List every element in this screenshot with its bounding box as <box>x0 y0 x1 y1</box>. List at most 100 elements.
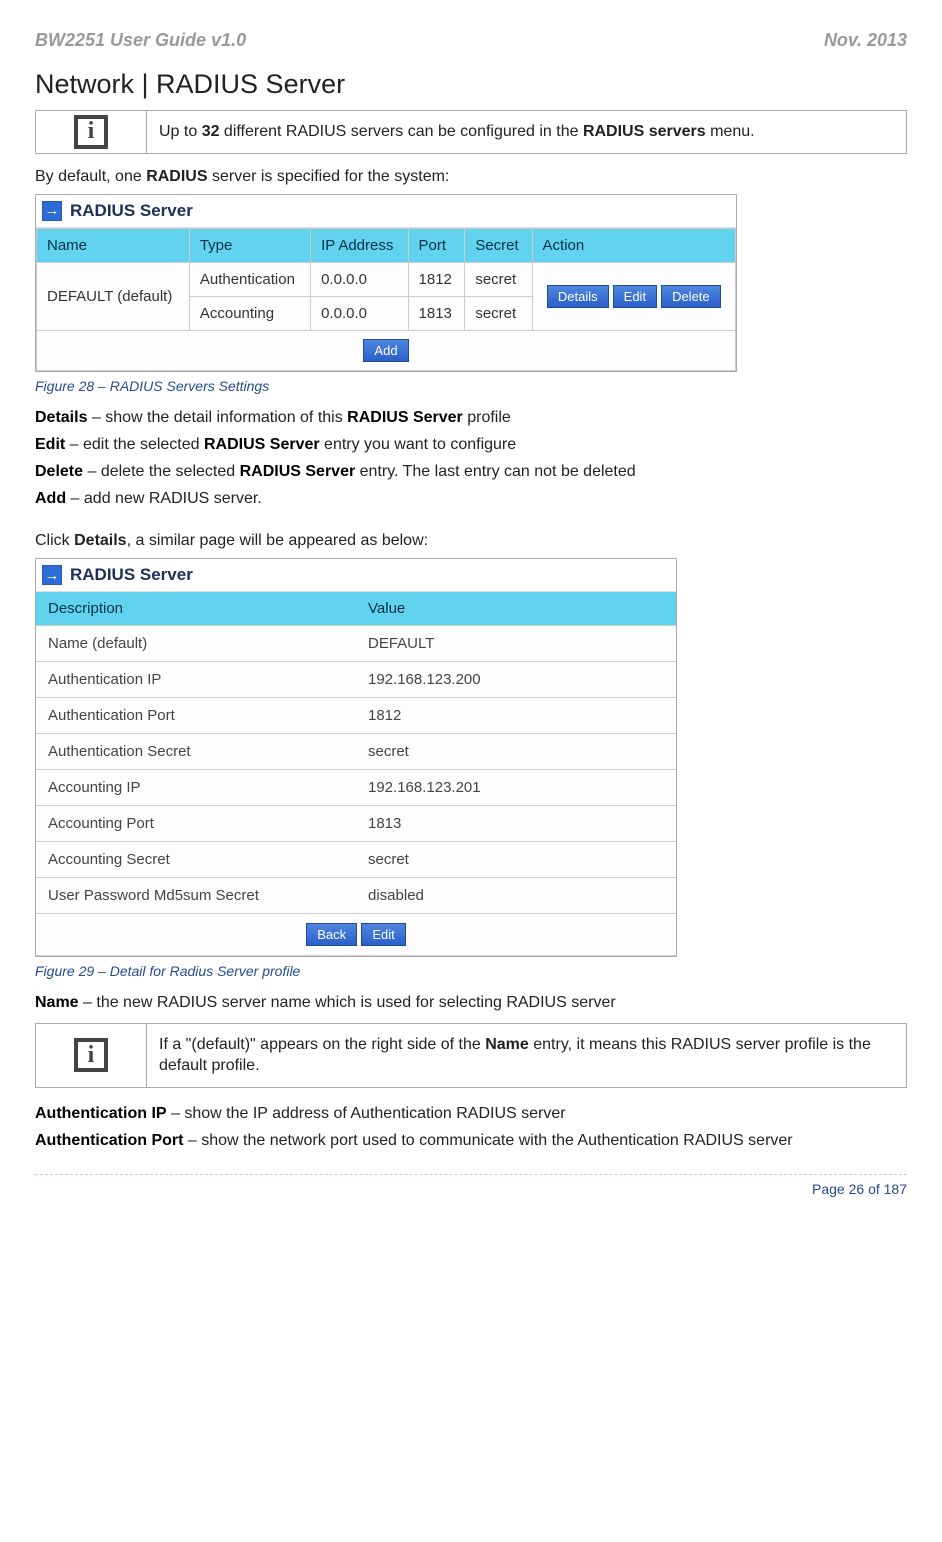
intro-line: By default, one RADIUS server is specifi… <box>35 168 907 186</box>
v: 1813 <box>356 806 676 842</box>
info-icon-cell: i <box>36 1024 147 1087</box>
t: server is specified for the system: <box>208 168 450 185</box>
doc-date: Nov. 2013 <box>824 30 907 51</box>
col-value: Value <box>356 592 676 626</box>
info-box-1: i Up to 32 different RADIUS servers can … <box>35 110 907 154</box>
col-secret: Secret <box>465 228 532 262</box>
t: RADIUS Server <box>204 436 320 453</box>
click-details-line: Click Details, a similar page will be ap… <box>35 532 907 550</box>
table-row: DEFAULT (default) Authentication 0.0.0.0… <box>37 262 736 296</box>
col-type: Type <box>189 228 310 262</box>
page-footer: Page 26 of 187 <box>35 1174 907 1197</box>
table-row: Authentication IP192.168.123.200 <box>36 662 676 698</box>
def-auth-port: Authentication Port – show the network p… <box>35 1129 907 1152</box>
t: Click <box>35 532 74 549</box>
details-button[interactable]: Details <box>547 285 609 308</box>
t: RADIUS Server <box>347 409 463 426</box>
radius-server-detail-panel: → RADIUS Server Description Value Name (… <box>35 558 677 957</box>
t: – show the detail information of this <box>87 409 347 426</box>
k: Accounting IP <box>36 770 356 806</box>
info-icon: i <box>74 115 108 149</box>
v: 192.168.123.201 <box>356 770 676 806</box>
cell-type: Accounting <box>189 296 310 330</box>
def-edit: Edit – edit the selected RADIUS Server e… <box>35 433 907 456</box>
edit-button[interactable]: Edit <box>613 285 657 308</box>
table-row: Authentication Port1812 <box>36 698 676 734</box>
info-box-2: i If a "(default)" appears on the right … <box>35 1023 907 1088</box>
t: 32 <box>202 123 220 140</box>
table-header-row: Description Value <box>36 592 676 626</box>
col-name: Name <box>37 228 190 262</box>
table-header-row: Name Type IP Address Port Secret Action <box>37 228 736 262</box>
t: Name <box>35 994 79 1011</box>
def-details: Details – show the detail information of… <box>35 406 907 429</box>
t: different RADIUS servers can be configur… <box>219 123 582 140</box>
t: Up to <box>159 123 202 140</box>
t: – show the IP address of Authentication … <box>167 1105 566 1122</box>
k: Authentication IP <box>36 662 356 698</box>
col-port: Port <box>408 228 465 262</box>
figure-caption-29: Figure 29 – Detail for Radius Server pro… <box>35 963 907 979</box>
panel-title: RADIUS Server <box>70 201 193 221</box>
table-row: Accounting Port1813 <box>36 806 676 842</box>
def-add: Add – add new RADIUS server. <box>35 487 907 510</box>
t: – show the network port used to communic… <box>183 1132 792 1149</box>
table-row: Accounting IP192.168.123.201 <box>36 770 676 806</box>
section-title: Network | RADIUS Server <box>35 69 907 100</box>
table-row: Accounting Secretsecret <box>36 842 676 878</box>
t: Add <box>35 490 66 507</box>
def-name: Name – the new RADIUS server name which … <box>35 991 907 1014</box>
t: Details <box>74 532 126 549</box>
cell-secret: secret <box>465 262 532 296</box>
v: secret <box>356 842 676 878</box>
add-button[interactable]: Add <box>363 339 408 362</box>
t: – edit the selected <box>65 436 204 453</box>
table-row: Name (default)DEFAULT <box>36 626 676 662</box>
doc-title: BW2251 User Guide v1.0 <box>35 30 246 51</box>
delete-button[interactable]: Delete <box>661 285 721 308</box>
t: , a similar page will be appeared as bel… <box>127 532 429 549</box>
t: entry. The last entry can not be deleted <box>355 463 635 480</box>
table-row: Authentication Secretsecret <box>36 734 676 770</box>
t: If a "(default)" appears on the right si… <box>159 1036 485 1053</box>
table-footer-row: Back Edit <box>36 914 676 956</box>
t: – the new RADIUS server name which is us… <box>79 994 616 1011</box>
t: RADIUS servers <box>583 123 706 140</box>
back-button[interactable]: Back <box>306 923 357 946</box>
t: By default, one <box>35 168 146 185</box>
t: Authentication Port <box>35 1132 183 1149</box>
v: 1812 <box>356 698 676 734</box>
t: – delete the selected <box>83 463 240 480</box>
k: Authentication Secret <box>36 734 356 770</box>
panel-titlebar: → RADIUS Server <box>36 195 736 228</box>
info-text-1: Up to 32 different RADIUS servers can be… <box>147 111 906 153</box>
table-footer-row: Add <box>37 330 736 370</box>
cell-ip: 0.0.0.0 <box>311 262 408 296</box>
v: secret <box>356 734 676 770</box>
k: Accounting Secret <box>36 842 356 878</box>
page-header: BW2251 User Guide v1.0 Nov. 2013 <box>35 30 907 51</box>
t: Name <box>485 1036 529 1053</box>
t: RADIUS <box>146 168 207 185</box>
table-row: User Password Md5sum Secretdisabled <box>36 878 676 914</box>
collapse-arrow-icon[interactable]: → <box>42 201 62 221</box>
edit-button[interactable]: Edit <box>361 923 405 946</box>
v: disabled <box>356 878 676 914</box>
t: Details <box>35 409 87 426</box>
detail-table: Description Value Name (default)DEFAULT … <box>36 592 676 956</box>
k: Name (default) <box>36 626 356 662</box>
def-auth-ip: Authentication IP – show the IP address … <box>35 1102 907 1125</box>
info-icon: i <box>74 1038 108 1072</box>
col-desc: Description <box>36 592 356 626</box>
k: User Password Md5sum Secret <box>36 878 356 914</box>
info-text-2: If a "(default)" appears on the right si… <box>147 1024 906 1087</box>
figure-caption-28: Figure 28 – RADIUS Servers Settings <box>35 378 907 394</box>
collapse-arrow-icon[interactable]: → <box>42 565 62 585</box>
k: Accounting Port <box>36 806 356 842</box>
v: 192.168.123.200 <box>356 662 676 698</box>
t: profile <box>463 409 511 426</box>
t: Edit <box>35 436 65 453</box>
t: – add new RADIUS server. <box>66 490 262 507</box>
v: DEFAULT <box>356 626 676 662</box>
col-action: Action <box>532 228 735 262</box>
